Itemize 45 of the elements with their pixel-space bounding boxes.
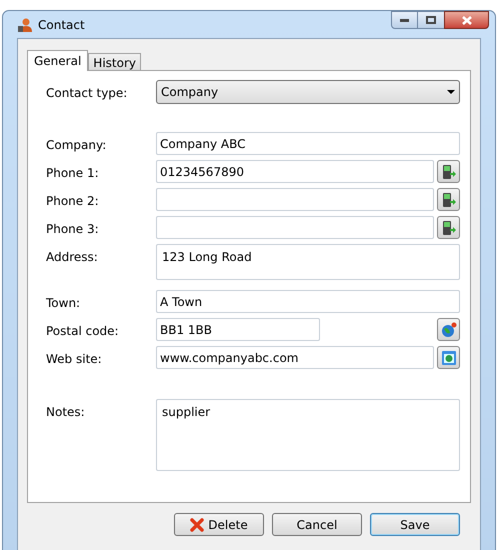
field-label: Phone 2: (46, 193, 100, 210)
phone-button[interactable] (437, 160, 460, 183)
delete-icon (190, 518, 204, 532)
field-label: Company: (46, 137, 108, 154)
field-label: Phone 1: (46, 165, 100, 182)
text-field[interactable]: 01234567890 (156, 160, 434, 183)
tab[interactable]: General (27, 50, 88, 71)
dialog-button[interactable]: Save (370, 513, 460, 536)
text-field[interactable]: BB1 1BB (156, 318, 320, 341)
maximize-button[interactable] (418, 11, 444, 29)
window-title: Contact (38, 17, 85, 34)
text-field[interactable]: www.companyabc.com (156, 346, 434, 369)
text-field[interactable]: A Town (156, 290, 460, 313)
phone-button[interactable] (437, 216, 460, 239)
browser-icon (440, 350, 456, 366)
text-area[interactable]: 123 Long Road (156, 244, 460, 280)
minimize-button[interactable] (391, 11, 418, 29)
minimize-icon (400, 18, 409, 22)
dropdown-arrow-icon (447, 90, 455, 94)
phone-button[interactable] (437, 188, 460, 211)
field-label: Address: (46, 249, 99, 266)
field-label: Contact type: (46, 85, 128, 102)
field-label: Notes: (46, 404, 86, 421)
field-label: Phone 3: (46, 221, 100, 238)
text-field[interactable] (156, 188, 434, 211)
tab[interactable]: History (88, 53, 141, 71)
dropdown[interactable]: Company (156, 80, 460, 104)
contact-icon (17, 17, 33, 33)
globe-button[interactable] (437, 318, 460, 341)
phone-icon (442, 164, 456, 180)
dialog-button[interactable]: Delete (174, 513, 264, 536)
text-field[interactable]: Company ABC (156, 132, 460, 155)
close-icon (462, 16, 472, 24)
phone-icon (442, 192, 456, 208)
browser-button[interactable] (437, 346, 460, 369)
phone-icon (442, 220, 456, 236)
text-field[interactable] (156, 216, 434, 239)
globe-icon (440, 322, 456, 338)
maximize-icon (426, 16, 436, 24)
field-label: Web site: (46, 351, 103, 368)
field-label: Postal code: (46, 323, 120, 340)
close-button[interactable] (444, 11, 489, 29)
text-area[interactable]: supplier (156, 399, 460, 471)
field-label: Town: (46, 295, 82, 312)
dialog-button[interactable]: Cancel (272, 513, 362, 536)
